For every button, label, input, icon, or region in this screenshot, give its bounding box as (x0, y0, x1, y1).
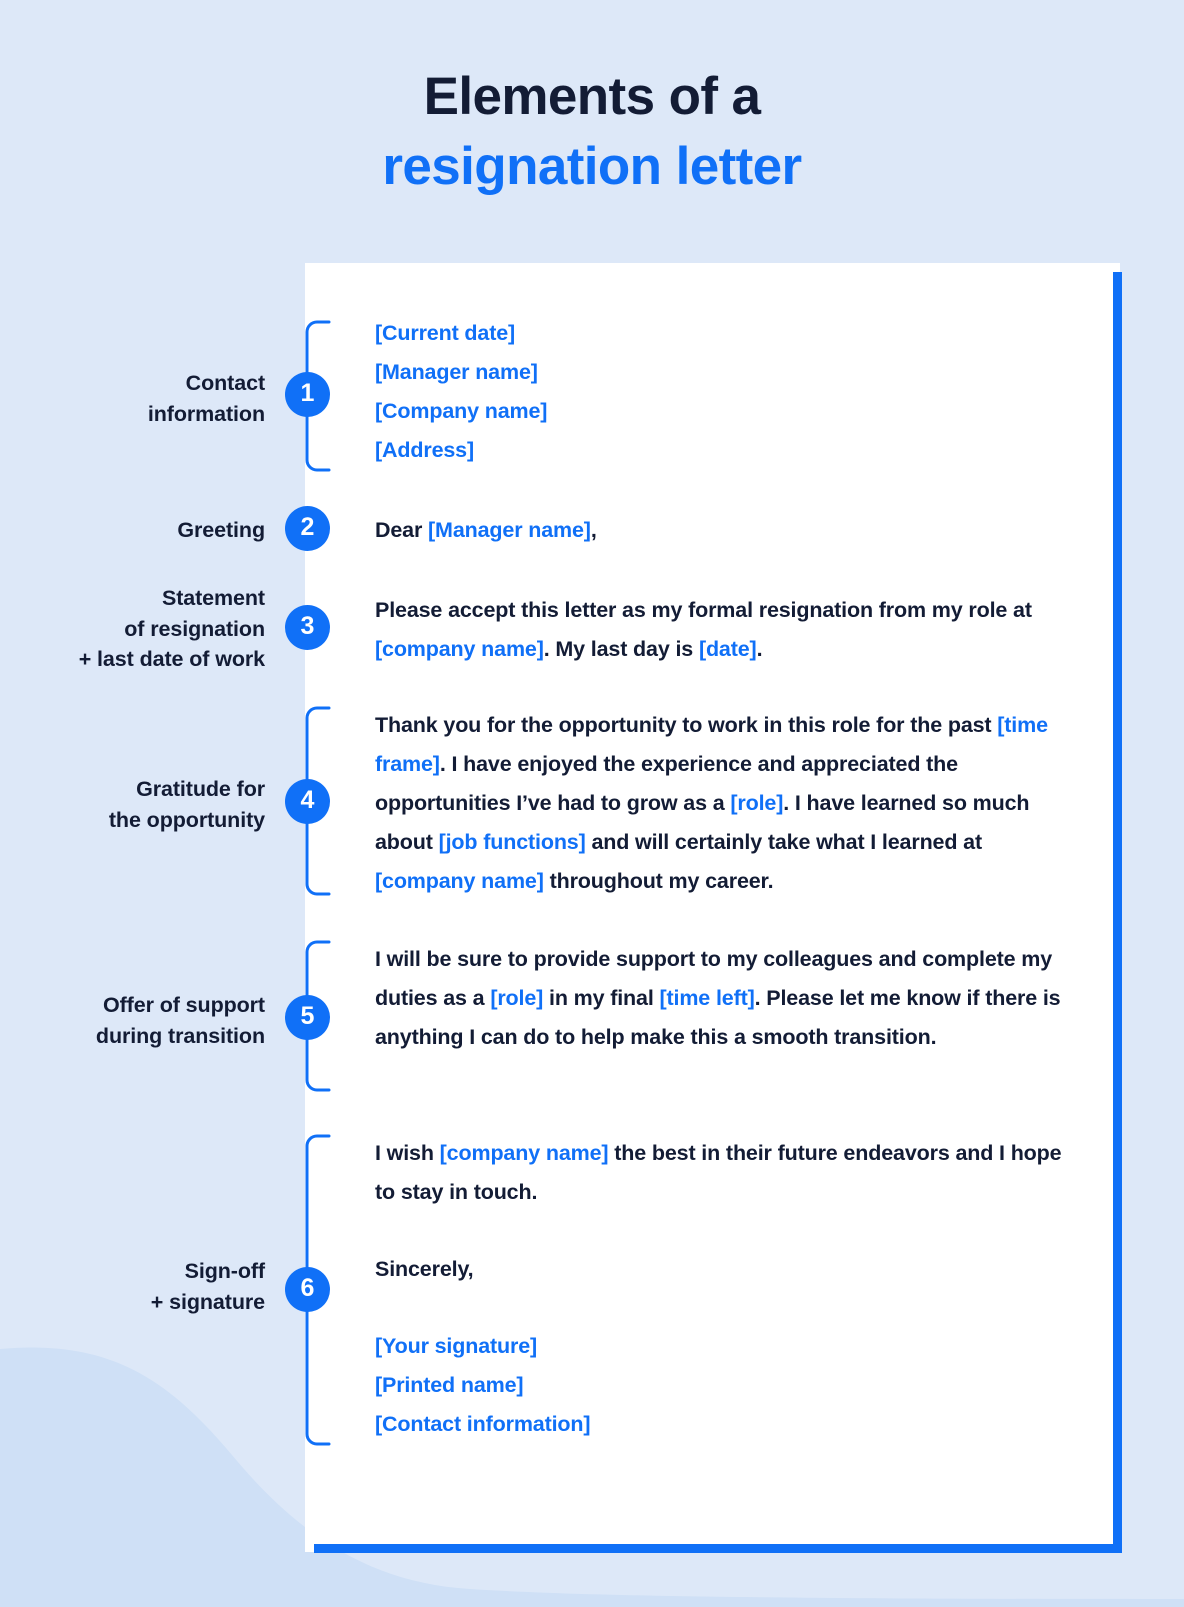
section-badge-4-number: 4 (300, 786, 315, 814)
placeholder-token: [company name] (375, 636, 544, 661)
body-text-run: in my final (543, 985, 660, 1010)
closing-paragraph: I wish [company name] the best in their … (375, 1134, 1075, 1212)
section-label-1-line-2: information (147, 401, 265, 426)
section-badge-1: 1 (285, 372, 330, 417)
body-text-run: . My last day is (543, 636, 699, 661)
section-label-2-line-1: Greeting (177, 518, 265, 542)
placeholder-token: [time left] (659, 985, 755, 1010)
section-label-5-line-2: during transition (95, 1023, 265, 1048)
section-label-1: Contact information (20, 368, 265, 429)
sections-container: Contact information 1 [Current date] [Ma… (0, 0, 1184, 1607)
placeholder-token: [role] (490, 985, 544, 1010)
section-body-4: Thank you for the opportunity to work in… (375, 706, 1075, 901)
section-label-3-line-3: + last date of work (78, 647, 265, 672)
section-label-6: Sign-off + signature (20, 1256, 265, 1317)
section-badge-6: 6 (285, 1267, 330, 1312)
body-text-run: throughout my career. (543, 868, 774, 893)
section-badge-1-number: 1 (300, 379, 315, 407)
placeholder-token: [company name] (439, 1141, 609, 1165)
contact-line-address: [Address] (375, 437, 475, 462)
placeholder-token: [date] (698, 636, 757, 661)
placeholder-token: [role] (730, 790, 784, 815)
placeholder-token: [company name] (375, 868, 544, 893)
section-label-4: Gratitude for the opportunity (20, 774, 265, 835)
body-text-run: Dear (375, 518, 429, 542)
section-badge-2-number: 2 (300, 513, 315, 541)
body-text-run: Thank you for the opportunity to work in… (375, 713, 998, 737)
body-text-run: and will certainly take what I learned a… (585, 829, 982, 854)
section-body-5: I will be sure to provide support to my … (375, 940, 1075, 1057)
contact-line-manager: [Manager name] (375, 359, 538, 384)
section-badge-3: 3 (285, 605, 330, 650)
body-text-run: . (756, 636, 763, 661)
placeholder-token: [job functions] (438, 829, 586, 854)
signoff-line: Sincerely, (375, 1256, 474, 1281)
section-body-6: I wish [company name] the best in their … (375, 1134, 1075, 1443)
section-label-3: Statement of resignation + last date of … (20, 583, 265, 675)
section-label-6-line-1: Sign-off (184, 1259, 266, 1283)
section-label-6-line-2: + signature (150, 1289, 265, 1314)
section-label-2: Greeting (20, 515, 265, 546)
body-text-run: Please accept this letter as my formal r… (375, 598, 1032, 622)
signoff-spacer (375, 1212, 1075, 1250)
section-badge-3-number: 3 (300, 612, 315, 640)
placeholder-token: [Manager name] (428, 518, 591, 542)
section-body-2: Dear [Manager name], (375, 511, 1075, 550)
section-badge-5: 5 (285, 995, 330, 1040)
section-badge-4: 4 (285, 779, 330, 824)
section-label-4-line-2: the opportunity (108, 807, 265, 832)
section-label-5: Offer of support during transition (20, 990, 265, 1051)
section-badge-2: 2 (285, 506, 330, 551)
section-label-4-line-1: Gratitude for (136, 777, 265, 801)
section-label-5-line-1: Offer of support (102, 993, 265, 1017)
section-badge-5-number: 5 (300, 1002, 315, 1030)
contact-line-date: [Current date] (375, 321, 516, 345)
section-badge-6-number: 6 (300, 1274, 315, 1302)
signature-line-printed-name: [Printed name] (375, 1372, 524, 1397)
section-body-1: [Current date] [Manager name] [Company n… (375, 314, 1075, 470)
section-body-3: Please accept this letter as my formal r… (375, 591, 1075, 669)
signature-line-your-signature: [Your signature] (375, 1333, 538, 1358)
section-label-3-line-1: Statement (161, 586, 265, 610)
signature-spacer (375, 1289, 1075, 1327)
contact-line-company: [Company name] (375, 398, 548, 423)
section-label-1-line-1: Contact (185, 371, 265, 395)
body-text-run: I wish (375, 1141, 440, 1165)
body-text-run: , (590, 518, 597, 542)
section-label-3-line-2: of resignation (124, 616, 265, 641)
signature-line-contact-information: [Contact information] (375, 1411, 591, 1436)
